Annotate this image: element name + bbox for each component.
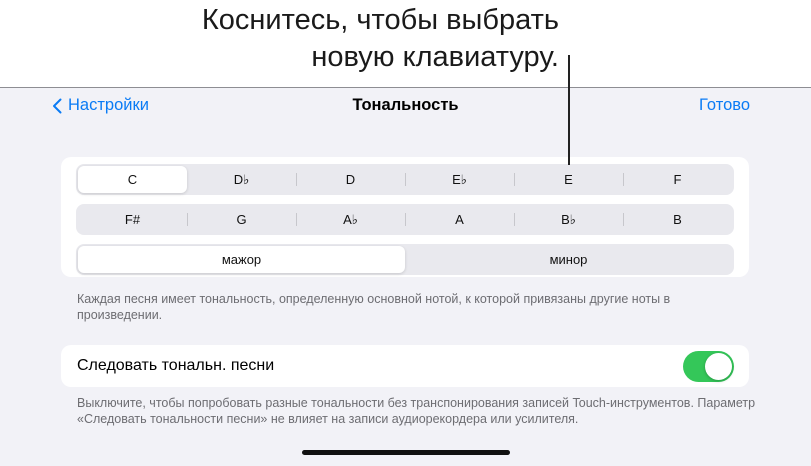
key-d-flat[interactable]: D♭ [187,166,296,193]
home-indicator[interactable] [302,450,510,455]
key-c[interactable]: C [78,166,187,193]
key-settings-screen: Настройки Тональность Готово C D♭ D E♭ E… [0,87,811,466]
follow-key-switch[interactable] [683,351,734,382]
mode-major[interactable]: мажор [78,246,405,273]
key-row-1: C D♭ D E♭ E F [76,164,734,195]
key-row-2: F# G A♭ A B♭ B [76,204,734,235]
callout-pointer-line [568,55,570,165]
key-b[interactable]: B [623,206,732,233]
callout-line2: новую клавиатуру. [311,41,559,73]
follow-key-label: Следовать тональн. песни [77,357,275,374]
key-footnote: Каждая песня имеет тональность, определе… [77,292,671,322]
mode-segmented-control: мажор минор [76,244,734,275]
page-title: Тональность [352,96,459,114]
follow-key-row: Следовать тональн. песни [61,345,749,387]
key-picker-card: C D♭ D E♭ E F F# G A♭ A B♭ B мажор минор [61,157,749,277]
key-f[interactable]: F [623,166,732,193]
done-button[interactable]: Готово [699,96,750,115]
key-e-flat[interactable]: E♭ [405,166,514,193]
key-d[interactable]: D [296,166,405,193]
key-f-sharp[interactable]: F# [78,206,187,233]
follow-key-footnote: Выключите, чтобы попробовать разные тона… [77,396,756,426]
callout: Коснитесь, чтобы выбрать новую клавиатур… [139,2,559,76]
callout-line1: Коснитесь, чтобы выбрать [201,4,559,36]
mode-minor[interactable]: минор [405,246,732,273]
navigation-bar: Настройки Тональность Готово [0,88,811,124]
key-e[interactable]: E [514,166,623,193]
key-a-flat[interactable]: A♭ [296,206,405,233]
key-a[interactable]: A [405,206,514,233]
key-b-flat[interactable]: B♭ [514,206,623,233]
switch-knob [705,353,732,380]
key-g[interactable]: G [187,206,296,233]
